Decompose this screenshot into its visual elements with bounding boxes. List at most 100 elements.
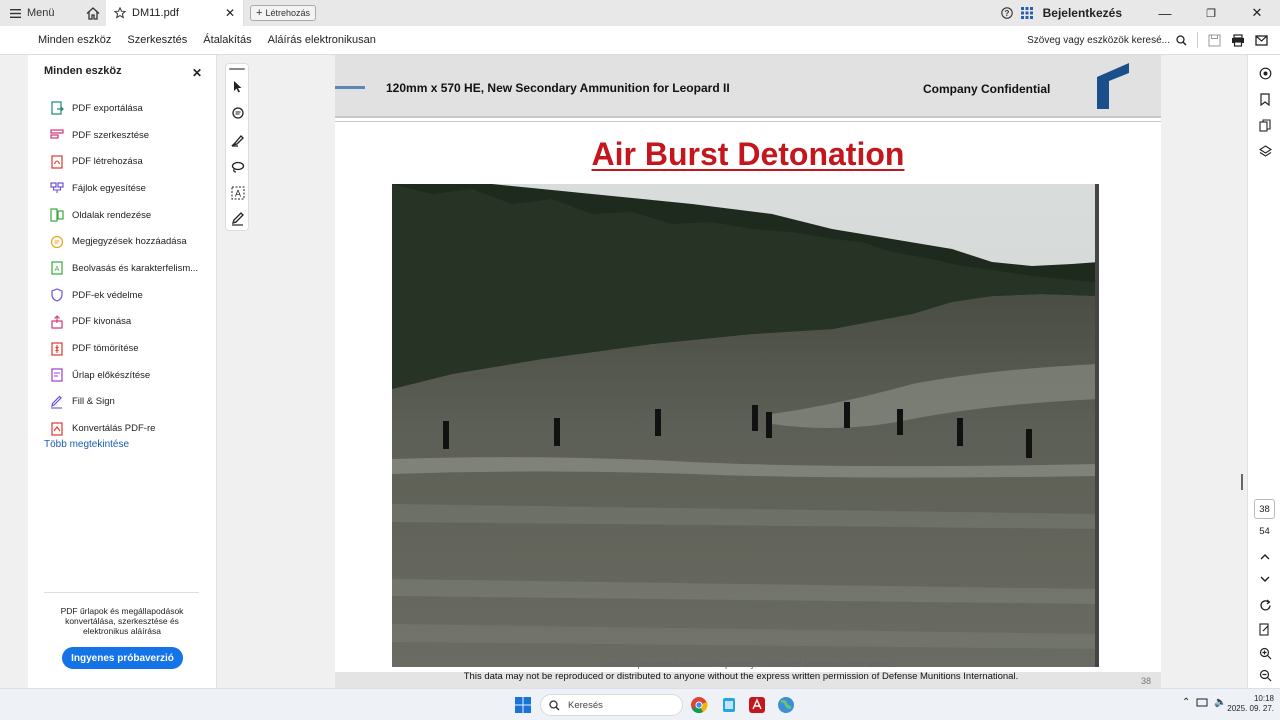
all-tools-panel: Minden eszköz ✕ PDF exportálása PDF szerk… bbox=[28, 55, 217, 688]
close-window-button[interactable]: ✕ bbox=[1234, 0, 1280, 26]
tool-item[interactable]: PDF tömörítése bbox=[50, 335, 198, 362]
tool-item[interactable]: Fill & Sign bbox=[50, 389, 198, 416]
drag-handle[interactable] bbox=[229, 68, 245, 70]
close-tab-icon[interactable]: ✕ bbox=[225, 6, 235, 20]
document-tab[interactable]: DM11.pdf ✕ bbox=[106, 0, 244, 26]
tool-search[interactable]: Szöveg vagy eszközök keresé... bbox=[1027, 35, 1187, 46]
star-icon[interactable] bbox=[114, 7, 126, 19]
email-icon[interactable] bbox=[1255, 34, 1268, 46]
title-bar: Menü DM11.pdf ✕ + Létrehozás ? Bejelentk… bbox=[0, 0, 1280, 26]
chrome-icon[interactable] bbox=[690, 696, 708, 714]
tool-search-placeholder: Szöveg vagy eszközök keresé... bbox=[1027, 34, 1170, 46]
pages-icon[interactable] bbox=[1257, 117, 1273, 133]
tool-item-label: Oldalak rendezése bbox=[72, 209, 152, 221]
chevron-up-icon[interactable] bbox=[1257, 549, 1273, 565]
select-tool-icon[interactable] bbox=[229, 78, 247, 96]
menu-bar: Minden eszköz Szerkesztés Átalakítás Alá… bbox=[0, 26, 1280, 55]
windows-start-icon[interactable] bbox=[515, 697, 531, 713]
tool-item[interactable]: Fájlok egyesítése bbox=[50, 175, 198, 202]
tool-item-label: PDF létrehozása bbox=[72, 156, 143, 168]
menu-label: Menü bbox=[27, 7, 55, 19]
taskbar-search-placeholder: Keresés bbox=[568, 699, 603, 711]
chevron-down-icon[interactable] bbox=[1257, 571, 1273, 587]
new-tab-button[interactable]: + Létrehozás bbox=[250, 5, 316, 21]
free-trial-button[interactable]: Ingyenes próbaverzió bbox=[62, 647, 183, 669]
home-button[interactable] bbox=[80, 6, 106, 20]
ai-assistant-icon[interactable] bbox=[1257, 65, 1273, 81]
convert-pdf-icon bbox=[51, 421, 63, 436]
save-icon[interactable] bbox=[1208, 34, 1221, 47]
create-pdf-icon bbox=[51, 155, 63, 169]
menu-esign[interactable]: Aláírás elektronikusan bbox=[260, 34, 384, 46]
display-icon[interactable] bbox=[1196, 698, 1208, 708]
tool-item[interactable]: PDF létrehozása bbox=[50, 148, 198, 175]
scrollbar-thumb[interactable] bbox=[1241, 474, 1243, 490]
menu-button[interactable]: Menü bbox=[0, 7, 80, 19]
tool-item[interactable]: A Beolvasás és karakterfelism... bbox=[50, 255, 198, 282]
close-panel-icon[interactable]: ✕ bbox=[192, 66, 202, 80]
signin-button[interactable]: Bejelentkezés bbox=[1037, 6, 1142, 20]
slide-title-text: Air Burst Detonation bbox=[591, 136, 905, 172]
sign-tool-icon[interactable] bbox=[229, 210, 247, 228]
slide-title: Air Burst Detonation bbox=[335, 136, 1161, 173]
apps-grid-icon[interactable] bbox=[1017, 7, 1037, 19]
acrobat-icon[interactable] bbox=[748, 696, 766, 714]
footer-copyright-note: This data may not be reproduced or distr… bbox=[463, 671, 1019, 682]
hamburger-icon bbox=[10, 8, 21, 18]
zoom-in-icon[interactable] bbox=[1257, 645, 1273, 661]
tool-item[interactable]: Megjegyzések hozzáadása bbox=[50, 228, 198, 255]
restore-button[interactable]: ❐ bbox=[1188, 0, 1234, 26]
tool-item[interactable]: Űrlap előkészítése bbox=[50, 362, 198, 389]
lasso-tool-icon[interactable] bbox=[229, 158, 247, 176]
refresh-icon[interactable] bbox=[1257, 597, 1273, 613]
earth-app-icon[interactable] bbox=[777, 696, 795, 714]
tool-item-label: PDF kivonása bbox=[72, 316, 132, 328]
help-icon[interactable]: ? bbox=[997, 7, 1017, 19]
tool-item-label: PDF exportálása bbox=[72, 102, 143, 114]
search-icon bbox=[1176, 34, 1187, 46]
footer-page-number: 38 bbox=[1140, 676, 1151, 686]
minimize-button[interactable]: — bbox=[1142, 0, 1188, 26]
zoom-out-icon[interactable] bbox=[1257, 667, 1273, 683]
layers-icon[interactable] bbox=[1257, 143, 1273, 159]
current-page-input[interactable]: 38 bbox=[1254, 499, 1275, 519]
tool-item-label: Beolvasás és karakterfelism... bbox=[72, 262, 199, 274]
clock[interactable]: 10:18 2025. 09. 27. bbox=[1218, 694, 1274, 714]
svg-text:A: A bbox=[55, 266, 60, 273]
separator bbox=[1197, 32, 1198, 48]
page-header: 120mm x 570 HE, New Secondary Ammunition… bbox=[335, 55, 1161, 116]
menu-convert[interactable]: Átalakítás bbox=[195, 34, 259, 46]
tool-item[interactable]: PDF kivonása bbox=[50, 309, 198, 336]
header-confidential: Company Confidential bbox=[923, 82, 1051, 96]
chevron-up-icon[interactable]: ⌃ bbox=[1182, 697, 1190, 708]
taskbar-search[interactable]: Keresés bbox=[540, 694, 683, 716]
notepad-icon[interactable] bbox=[720, 696, 738, 714]
tool-item[interactable]: PDF szerkesztése bbox=[50, 122, 198, 149]
tool-item[interactable]: PDF-ek védelme bbox=[50, 282, 198, 309]
total-pages: 54 bbox=[1259, 526, 1270, 537]
tab-title: DM11.pdf bbox=[132, 7, 179, 19]
menu-all-tools[interactable]: Minden eszköz bbox=[0, 34, 119, 46]
page-edit-icon[interactable] bbox=[1257, 621, 1273, 637]
comment-tool-icon[interactable] bbox=[229, 105, 247, 123]
company-logo bbox=[1097, 63, 1129, 109]
tool-item[interactable]: Oldalak rendezése bbox=[50, 202, 198, 229]
tool-item[interactable]: PDF exportálása bbox=[50, 95, 198, 122]
header-rule-thin bbox=[335, 121, 1161, 122]
tool-item-label: PDF-ek védelme bbox=[72, 289, 143, 301]
bookmark-icon[interactable] bbox=[1257, 91, 1273, 107]
menu-edit[interactable]: Szerkesztés bbox=[119, 34, 195, 46]
print-icon[interactable] bbox=[1231, 33, 1245, 47]
see-more-link[interactable]: Több megtekintése bbox=[44, 439, 129, 450]
edit-pdf-icon bbox=[50, 129, 64, 139]
tool-item[interactable]: Konvertálás PDF-re bbox=[50, 415, 198, 442]
header-rule bbox=[335, 116, 1161, 118]
extract-pdf-icon bbox=[51, 315, 63, 329]
text-select-tool-icon[interactable]: A bbox=[229, 184, 247, 202]
tool-area: A bbox=[217, 55, 335, 688]
comment-icon bbox=[50, 235, 64, 248]
tool-item-label: PDF tömörítése bbox=[72, 343, 139, 355]
export-pdf-icon bbox=[51, 101, 64, 115]
prepare-form-icon bbox=[51, 368, 63, 382]
highlight-tool-icon[interactable] bbox=[229, 131, 247, 149]
